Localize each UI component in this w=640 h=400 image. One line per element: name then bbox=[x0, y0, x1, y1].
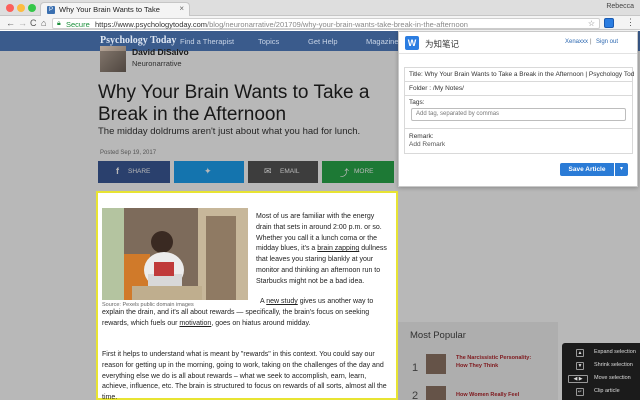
web-clipper-popup: W 为知笔记 Xenaxxx | Sign out Title: Why You… bbox=[398, 31, 638, 187]
profile-name[interactable]: Rebecca bbox=[606, 3, 634, 10]
clip-shortcut-label: Expand selection bbox=[594, 349, 636, 355]
address-bar-row: ← → C ⌂ 🔒︎ Secure https://www.psychology… bbox=[0, 16, 640, 30]
tags-input[interactable]: Add tag, separated by commas bbox=[411, 108, 626, 121]
tags-label: Tags: bbox=[409, 99, 425, 106]
nav-topics[interactable]: Topics bbox=[258, 37, 279, 46]
tab-bar: P Why Your Brain Wants to Take × Rebecca bbox=[0, 0, 640, 16]
author-name[interactable]: David DiSalvo bbox=[132, 47, 189, 57]
article-headline: Why Your Brain Wants to Take a Break in … bbox=[98, 82, 370, 125]
enter-key-icon: ↵ bbox=[576, 388, 584, 396]
blog-name[interactable]: Neuronarrative bbox=[132, 59, 182, 68]
author-avatar bbox=[100, 46, 126, 72]
minimize-window-button[interactable] bbox=[17, 4, 25, 12]
remark-input[interactable]: Add Remark bbox=[409, 141, 445, 148]
clipper-app-name: 为知笔记 bbox=[425, 39, 460, 49]
close-window-button[interactable] bbox=[6, 4, 14, 12]
motivation-link[interactable]: motivation bbox=[179, 320, 211, 327]
share-icon: ⤴ bbox=[340, 168, 350, 178]
tab-close-icon[interactable]: × bbox=[179, 4, 184, 13]
down-arrow-icon: ▼ bbox=[576, 362, 584, 370]
popular-rank: 1 bbox=[412, 362, 419, 374]
save-options-dropdown[interactable]: ▾ bbox=[615, 163, 628, 176]
article-paragraph: First it helps to understand what is mea… bbox=[102, 351, 387, 400]
facebook-icon: f bbox=[116, 166, 119, 176]
article-paragraph: A new study gives us another way to expl… bbox=[102, 297, 394, 329]
url-text: https://www.psychologytoday.com/blog/neu… bbox=[95, 20, 468, 29]
url-path: /blog/neuronarrative/201709/why-your-bra… bbox=[207, 20, 468, 29]
popular-thumbnail[interactable] bbox=[426, 354, 446, 374]
tags-field: Tags: Add tag, separated by commas bbox=[404, 95, 633, 129]
wiz-logo-icon: W bbox=[405, 36, 419, 50]
maximize-window-button[interactable] bbox=[28, 4, 36, 12]
clip-shortcut-toolbar: ▲ Expand selection ▼ Shrink selection ◀ … bbox=[562, 343, 640, 400]
link-separator: | bbox=[590, 39, 592, 45]
bookmark-star-icon[interactable]: ☆ bbox=[588, 19, 595, 28]
more-share-label: MORE bbox=[354, 168, 374, 175]
article-paragraph: Most of us are familiar with the energy … bbox=[256, 212, 391, 288]
title-field[interactable]: Title: Why Your Brain Wants to Take a Br… bbox=[404, 67, 634, 82]
folder-field-text: Folder : /My Notes/ bbox=[409, 85, 464, 92]
most-popular-title: Most Popular bbox=[410, 330, 466, 341]
email-icon: ✉ bbox=[264, 166, 272, 176]
up-arrow-icon: ▲ bbox=[576, 349, 584, 357]
nav-find-therapist[interactable]: Find a Therapist bbox=[180, 37, 234, 46]
article-subhead: The midday doldrums aren't just about wh… bbox=[98, 126, 361, 137]
popular-rank: 2 bbox=[412, 390, 419, 400]
clipper-header: W 为知笔记 Xenaxxx | Sign out bbox=[399, 32, 637, 54]
most-popular-panel: Most Popular 1 The Narcissistic Personal… bbox=[398, 322, 558, 400]
brain-zapping-link[interactable]: brain zapping bbox=[317, 245, 359, 252]
article-photo bbox=[102, 208, 248, 300]
reload-button[interactable]: C bbox=[30, 18, 37, 28]
email-share-label: EMAIL bbox=[280, 168, 300, 175]
site-logo[interactable]: Psychology Today bbox=[100, 35, 176, 46]
email-share-button[interactable]: ✉ EMAIL bbox=[248, 161, 318, 183]
favicon-icon: P bbox=[47, 6, 55, 14]
lock-icon: 🔒︎ bbox=[57, 20, 61, 27]
new-study-link[interactable]: new study bbox=[266, 298, 298, 305]
clip-shortcut-label: Move selection bbox=[594, 375, 631, 381]
popular-item-title[interactable]: The Narcissistic Personality: How They T… bbox=[456, 355, 536, 370]
facebook-share-button[interactable]: f SHARE bbox=[98, 161, 170, 183]
back-button[interactable]: ← bbox=[6, 18, 15, 28]
sign-out-link[interactable]: Sign out bbox=[596, 39, 618, 45]
left-right-arrow-icon: ◀ ▶ bbox=[568, 375, 588, 383]
popular-item-title[interactable]: How Women Really Feel bbox=[456, 392, 536, 400]
article-photo-illustration bbox=[102, 208, 248, 300]
user-account-link[interactable]: Xenaxxx bbox=[565, 39, 588, 45]
posted-date: Posted Sep 19, 2017 bbox=[100, 150, 157, 156]
twitter-icon: ✦ bbox=[204, 166, 212, 176]
forward-button[interactable]: → bbox=[18, 18, 27, 28]
save-article-button[interactable]: Save Article bbox=[560, 163, 614, 176]
browser-tab[interactable]: P Why Your Brain Wants to Take × bbox=[40, 2, 190, 16]
tab-title: Why Your Brain Wants to Take bbox=[59, 5, 160, 14]
paragraph-text: , goes on hiatus around midday. bbox=[211, 319, 311, 327]
nav-get-help[interactable]: Get Help bbox=[308, 37, 338, 46]
clip-shortcut-label: Shrink selection bbox=[594, 362, 633, 368]
clipper-extension-icon[interactable] bbox=[604, 18, 614, 28]
more-share-button[interactable]: ⤴ MORE bbox=[322, 161, 394, 183]
browser-menu-icon[interactable]: ⋮ bbox=[626, 17, 635, 28]
home-button[interactable]: ⌂ bbox=[41, 18, 46, 28]
remark-field[interactable]: Remark: Add Remark bbox=[404, 128, 633, 154]
selected-article-region[interactable]: Source: Pexels public domain images Most… bbox=[96, 191, 398, 400]
popular-thumbnail[interactable] bbox=[426, 386, 446, 400]
remark-label: Remark: bbox=[409, 133, 434, 140]
secure-label: Secure bbox=[66, 20, 90, 29]
nav-magazine[interactable]: Magazine bbox=[366, 37, 399, 46]
url-input[interactable]: 🔒︎ Secure https://www.psychologytoday.co… bbox=[52, 18, 600, 29]
clip-shortcut-label: Clip article bbox=[594, 388, 620, 394]
title-field-text: Title: Why Your Brain Wants to Take a Br… bbox=[409, 71, 634, 78]
url-host: https://www.psychologytoday.com bbox=[95, 20, 207, 29]
facebook-share-label: SHARE bbox=[128, 168, 151, 175]
folder-field[interactable]: Folder : /My Notes/ bbox=[404, 81, 633, 96]
twitter-share-button[interactable]: ✦ bbox=[174, 161, 244, 183]
